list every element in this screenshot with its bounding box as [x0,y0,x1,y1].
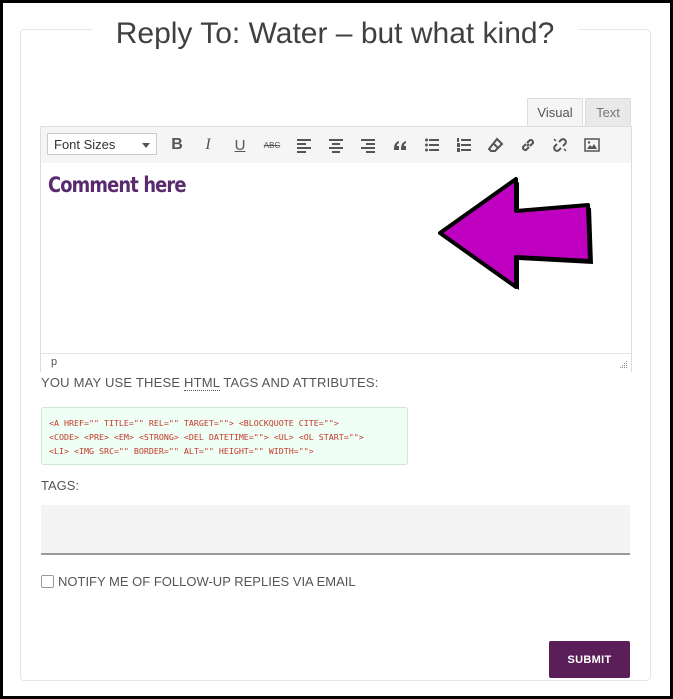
comment-editor[interactable]: Comment here [40,163,632,353]
eraser-icon[interactable] [484,133,508,157]
allowed-tags-line: <LI> <IMG SRC="" BORDER="" ALT="" HEIGHT… [49,446,314,456]
arrow-annotation-icon [438,177,593,290]
submit-button[interactable]: SUBMIT [549,641,630,678]
allowed-tags-line: <CODE> <PRE> <EM> <STRONG> <DEL DATETIME… [49,432,364,442]
align-left-icon[interactable] [292,133,316,157]
page-title: Reply To: Water – but what kind? [92,14,578,54]
align-right-icon[interactable] [356,133,380,157]
numbered-list-icon[interactable] [452,133,476,157]
element-path[interactable]: p [51,356,57,368]
strikethrough-icon[interactable]: ABC [260,133,284,157]
tab-text[interactable]: Text [585,98,631,127]
bold-icon[interactable]: B [165,133,189,157]
editor-statusbar: p [40,353,632,372]
notify-label: NOTIFY ME OF FOLLOW-UP REPLIES VIA EMAIL [58,574,356,589]
allowed-tags-suffix: TAGS AND ATTRIBUTES: [219,375,379,390]
resize-grip-icon[interactable] [619,360,628,369]
bulleted-list-icon[interactable] [420,133,444,157]
notify-checkbox[interactable] [41,575,54,588]
align-center-icon[interactable] [324,133,348,157]
notify-option[interactable]: NOTIFY ME OF FOLLOW-UP REPLIES VIA EMAIL [41,574,356,589]
html-abbr: HTML [184,375,220,391]
tags-label: TAGS: [41,478,80,493]
allowed-tags-label: YOU MAY USE THESE HTML TAGS AND ATTRIBUT… [41,375,379,391]
unlink-icon[interactable] [548,133,572,157]
allowed-tags-line: <A HREF="" TITLE="" REL="" TARGET=""> <B… [49,418,339,428]
allowed-tags-prefix: YOU MAY USE THESE [41,375,185,390]
link-icon[interactable] [516,133,540,157]
font-sizes-label: Font Sizes [54,137,116,152]
chevron-down-icon [142,143,150,148]
tags-input[interactable] [41,505,630,555]
image-icon[interactable] [580,133,604,157]
blockquote-icon[interactable] [388,133,412,157]
tab-visual[interactable]: Visual [527,98,583,127]
underline-icon[interactable]: U [228,133,252,157]
editor-toolbar: Font Sizes B I U ABC [40,126,632,164]
comment-placeholder: Comment here [48,173,186,197]
allowed-tags-code: <A HREF="" TITLE="" REL="" TARGET=""> <B… [41,407,408,465]
italic-icon[interactable]: I [196,133,220,157]
font-sizes-select[interactable]: Font Sizes [47,133,157,155]
